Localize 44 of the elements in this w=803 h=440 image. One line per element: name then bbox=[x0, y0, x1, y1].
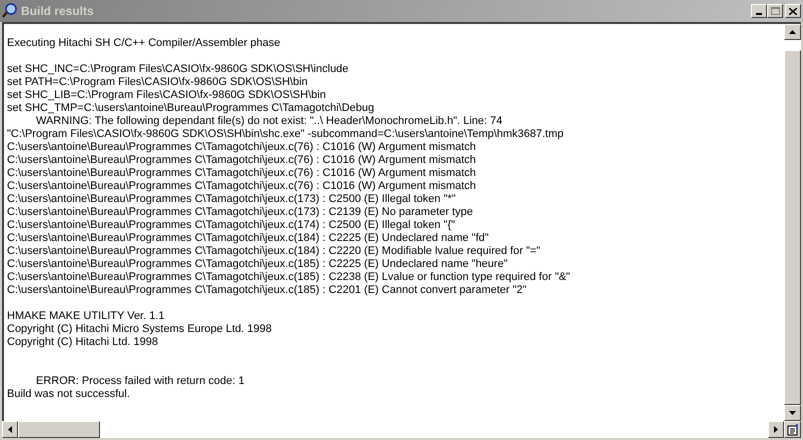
log-line: C:\users\antoine\Bureau\Programmes C\Tamagotchi\jeux.c(173) : C2500 (E) Illegal token "*" bbox=[7, 193, 457, 206]
log-line: C:\users\antoine\Bureau\Programmes C\Tamagotchi\jeux.c(184) : C2220 (E) Modifiable lvalue required for "=" bbox=[7, 245, 542, 258]
log-line: C:\users\antoine\Bureau\Programmes C\Tamagotchi\jeux.c(76) : C1016 (W) Argument mismatch bbox=[7, 141, 477, 154]
log-line: set PATH=C:\Program Files\CASIO\fx-9860G SDK\OS\SH\bin bbox=[7, 76, 309, 89]
log-line: "C:\Program Files\CASIO\fx-9860G SDK\OS\SH\bin\shc.exe" -subcommand=C:\users\antoine\Temp\hmk3687.tmp bbox=[7, 128, 565, 141]
close-icon bbox=[789, 8, 797, 14]
left-arrow-icon bbox=[8, 426, 12, 433]
log-line: Copyright (C) Hitachi Ltd. 1998 bbox=[7, 336, 160, 349]
horizontal-scrollbar-thumb[interactable] bbox=[18, 421, 100, 438]
horizontal-scrollbar[interactable] bbox=[2, 421, 784, 438]
log-line: set SHC_LIB=C:\Program Files\CASIO\fx-9860G SDK\OS\SH\bin bbox=[7, 89, 327, 102]
log-line: set SHC_INC=C:\Program Files\CASIO\fx-9860G SDK\OS\SH\include bbox=[7, 63, 350, 76]
log-line: C:\users\antoine\Bureau\Programmes C\Tamagotchi\jeux.c(76) : C1016 (W) Argument mismatch bbox=[7, 180, 477, 193]
down-arrow-icon bbox=[789, 411, 796, 415]
minimize-icon bbox=[756, 13, 762, 15]
maximize-button[interactable] bbox=[767, 4, 783, 18]
log-line: WARNING: The following dependant file(s) do not exist: "..\ Header\MonochromeLib.h". Line: 74 bbox=[35, 115, 504, 128]
document-icon bbox=[786, 424, 798, 436]
log-line: C:\users\antoine\Bureau\Programmes C\Tamagotchi\jeux.c(185) : C2201 (E) Cannot convert parameter "2" bbox=[7, 284, 528, 297]
log-line: C:\users\antoine\Bureau\Programmes C\Tamagotchi\jeux.c(76) : C1016 (W) Argument mismatch bbox=[7, 154, 477, 167]
log-line: C:\users\antoine\Bureau\Programmes C\Tamagotchi\jeux.c(184) : C2225 (E) Undeclared name "fd" bbox=[7, 232, 490, 245]
close-button[interactable] bbox=[785, 4, 801, 18]
log-line: C:\users\antoine\Bureau\Programmes C\Tamagotchi\jeux.c(185) : C2238 (E) Lvalue or function type required for "&" bbox=[7, 271, 571, 284]
log-line: C:\users\antoine\Bureau\Programmes C\Tamagotchi\jeux.c(174) : C2500 (E) Illegal token "{" bbox=[7, 219, 456, 232]
scroll-up-button[interactable] bbox=[784, 24, 801, 40]
document-button[interactable] bbox=[784, 421, 801, 438]
maximize-icon bbox=[770, 7, 780, 15]
scroll-down-button[interactable] bbox=[784, 405, 801, 421]
up-arrow-icon bbox=[789, 30, 796, 34]
magnifier-icon bbox=[2, 3, 18, 19]
log-line: C:\users\antoine\Bureau\Programmes C\Tamagotchi\jeux.c(173) : C2139 (E) No parameter type bbox=[7, 206, 474, 219]
scroll-left-button[interactable] bbox=[2, 421, 18, 438]
right-arrow-icon bbox=[774, 426, 778, 433]
scroll-right-button[interactable] bbox=[768, 421, 784, 438]
log-line: C:\users\antoine\Bureau\Programmes C\Tamagotchi\jeux.c(76) : C1016 (W) Argument mismatch bbox=[7, 167, 477, 180]
log-line: Copyright (C) Hitachi Micro Systems Europe Ltd. 1998 bbox=[7, 323, 273, 336]
minimize-button[interactable] bbox=[751, 4, 767, 18]
window-title: Build results bbox=[21, 5, 94, 17]
log-line: Build was not successful. bbox=[7, 388, 131, 401]
log-line: set SHC_TMP=C:\users\antoine\Bureau\Programmes C\Tamagotchi\Debug bbox=[7, 102, 376, 115]
log-line: Executing Hitachi SH C/C++ Compiler/Assembler phase bbox=[7, 37, 282, 50]
log-line: C:\users\antoine\Bureau\Programmes C\Tamagotchi\jeux.c(185) : C2225 (E) Undeclared name "heure" bbox=[7, 258, 509, 271]
log-line: HMAKE MAKE UTILITY Ver. 1.1 bbox=[7, 310, 166, 323]
log-line: ERROR: Process failed with return code: 1 bbox=[35, 375, 246, 388]
